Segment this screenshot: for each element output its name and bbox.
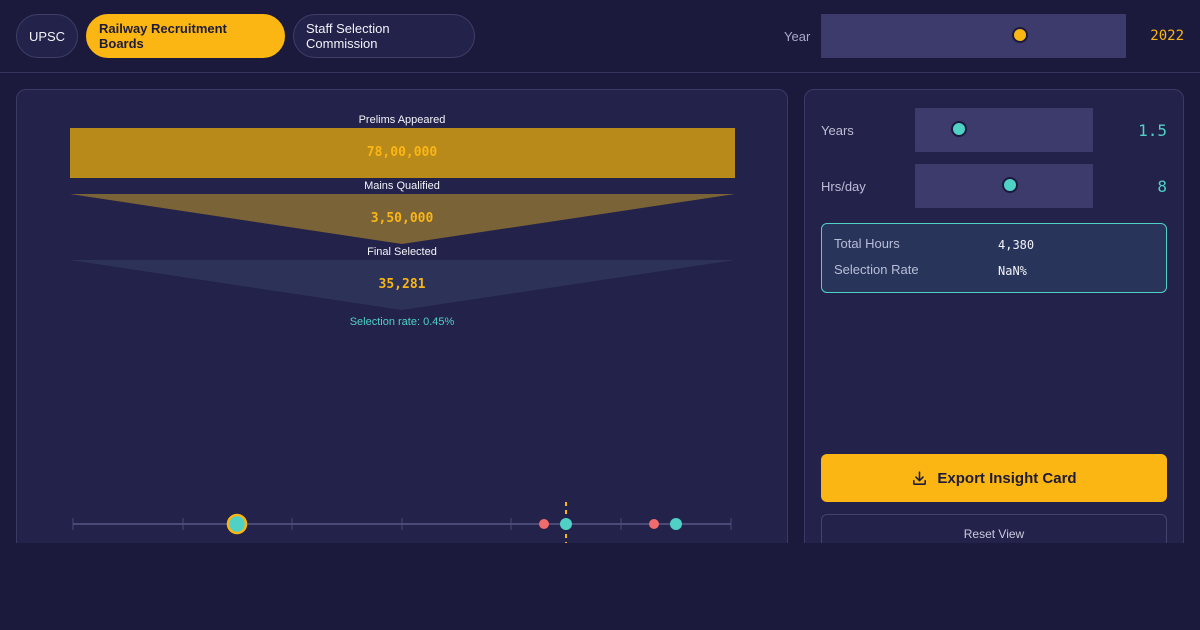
funnel-label-final: Final Selected xyxy=(367,246,437,258)
year-value: 2022 xyxy=(1150,28,1184,44)
hrs-day-slider-knob[interactable] xyxy=(1002,177,1018,193)
total-hours-value: 4,380 xyxy=(998,238,1035,252)
page-footer-area xyxy=(0,543,1200,630)
funnel-value-final: 35,281 xyxy=(378,277,426,292)
funnel-label-mains: Mains Qualified xyxy=(364,180,440,192)
years-slider-knob[interactable] xyxy=(951,121,967,137)
timeline-point xyxy=(670,518,682,530)
year-slider[interactable] xyxy=(821,14,1126,58)
tab-railway-recruitment-boards[interactable]: Railway Recruitment Boards xyxy=(86,14,285,58)
stats-box: Total Hours 4,380 Selection Rate NaN% xyxy=(821,223,1167,293)
funnel-panel: Prelims Appeared 78,00,000 Mains Qualifi… xyxy=(16,89,788,559)
selection-rate-label: Selection Rate xyxy=(834,262,919,277)
funnel-value-prelims: 78,00,000 xyxy=(366,145,438,160)
tab-upsc[interactable]: UPSC xyxy=(16,14,78,58)
timeline-point xyxy=(226,513,248,535)
total-hours-label: Total Hours xyxy=(834,236,900,251)
timeline-point xyxy=(539,519,549,529)
top-bar: UPSC Railway Recruitment Boards Staff Se… xyxy=(0,0,1200,73)
export-button-label: Export Insight Card xyxy=(937,469,1077,487)
controls-panel: Years 1.5 Hrs/day 8 Total Hours 4,380 Se… xyxy=(804,89,1184,559)
years-slider[interactable] xyxy=(915,108,1093,152)
years-value: 1.5 xyxy=(1138,121,1167,140)
year-label: Year xyxy=(784,29,811,44)
selection-rate-text: Selection rate: 0.45% xyxy=(349,316,455,328)
hrs-day-slider[interactable] xyxy=(915,164,1093,208)
years-label: Years xyxy=(821,123,854,138)
hrs-day-label: Hrs/day xyxy=(821,179,866,194)
timeline-point xyxy=(649,519,659,529)
tab-staff-selection-commission[interactable]: Staff Selection Commission xyxy=(293,14,475,58)
export-insight-card-button[interactable]: Export Insight Card xyxy=(821,454,1167,502)
timeline-point xyxy=(560,518,572,530)
funnel-label-prelims: Prelims Appeared xyxy=(358,114,446,126)
download-icon xyxy=(913,470,927,485)
funnel-value-mains: 3,50,000 xyxy=(370,211,434,226)
selection-rate-value: NaN% xyxy=(998,264,1027,278)
year-slider-knob[interactable] xyxy=(1012,27,1028,43)
hrs-day-value: 8 xyxy=(1157,177,1167,196)
